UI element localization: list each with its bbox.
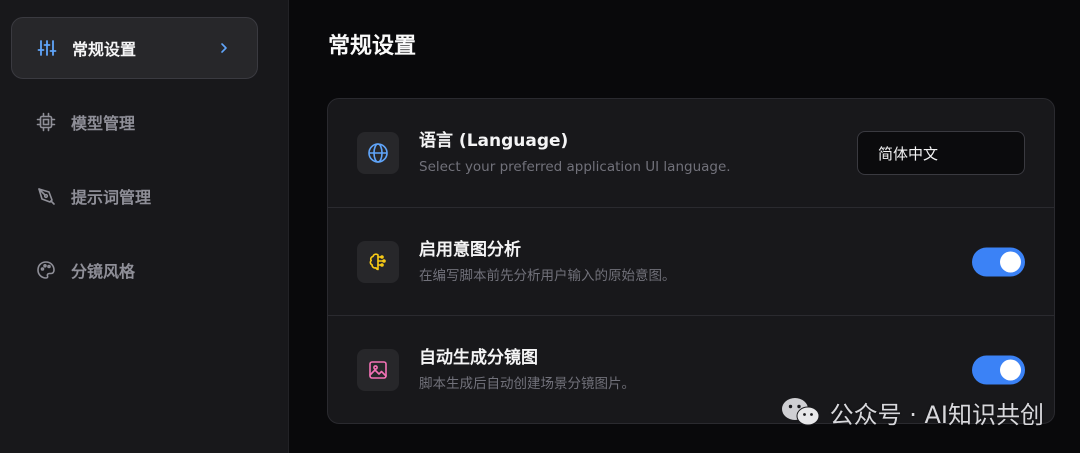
setting-title: 启用意图分析 <box>419 239 521 260</box>
watermark-text: 公众号 · AI知识共创 <box>829 400 1044 429</box>
intent-analysis-toggle[interactable] <box>972 247 1025 276</box>
setting-title: 自动生成分镜图 <box>419 347 538 368</box>
page-title: 常规设置 <box>328 34 417 59</box>
brain-icon <box>357 240 399 283</box>
setting-description: 在编写脚本前先分析用户输入的原始意图。 <box>419 267 676 284</box>
watermark: 公众号 · AI知识共创 <box>780 392 1044 432</box>
toggle-knob <box>1000 251 1021 272</box>
setting-description: 脚本生成后自动创建场景分镜图片。 <box>419 375 635 392</box>
sidebar-item-label: 模型管理 <box>71 114 136 133</box>
image-icon <box>357 348 399 391</box>
pen-nib-icon <box>35 185 57 207</box>
sliders-icon <box>36 37 58 59</box>
chevron-right-icon <box>221 43 227 53</box>
language-select[interactable]: 简体中文 <box>857 131 1025 175</box>
cpu-chip-icon <box>35 111 57 133</box>
setting-title: 语言 (Language) <box>419 131 569 151</box>
wechat-icon <box>781 398 820 426</box>
sidebar: 常规设置 模型管理 提示词管理 分镜风格 <box>0 0 289 453</box>
palette-icon <box>35 259 57 281</box>
sidebar-item-storyboard-style[interactable]: 分镜风格 <box>11 239 258 301</box>
auto-storyboard-toggle[interactable] <box>972 355 1025 384</box>
settings-card: 语言 (Language) Select your preferred appl… <box>327 98 1055 424</box>
setting-description: Select your preferred application UI lan… <box>419 159 731 175</box>
setting-row-intent-analysis: 启用意图分析 在编写脚本前先分析用户输入的原始意图。 <box>328 207 1054 315</box>
sidebar-item-label: 常规设置 <box>72 40 137 59</box>
sidebar-item-label: 分镜风格 <box>71 262 136 281</box>
toggle-knob <box>1000 359 1021 380</box>
sidebar-item-prompt-management[interactable]: 提示词管理 <box>11 165 258 227</box>
sidebar-item-general-settings[interactable]: 常规设置 <box>11 17 258 79</box>
sidebar-item-model-management[interactable]: 模型管理 <box>11 91 258 153</box>
app-window: 常规设置 模型管理 提示词管理 分镜风格 常规设置 语言 (Language) … <box>0 0 1080 453</box>
main-content: 常规设置 语言 (Language) Select your preferred… <box>289 0 1080 453</box>
globe-icon <box>357 132 399 174</box>
setting-row-language: 语言 (Language) Select your preferred appl… <box>328 99 1054 207</box>
sidebar-item-label: 提示词管理 <box>71 188 152 207</box>
